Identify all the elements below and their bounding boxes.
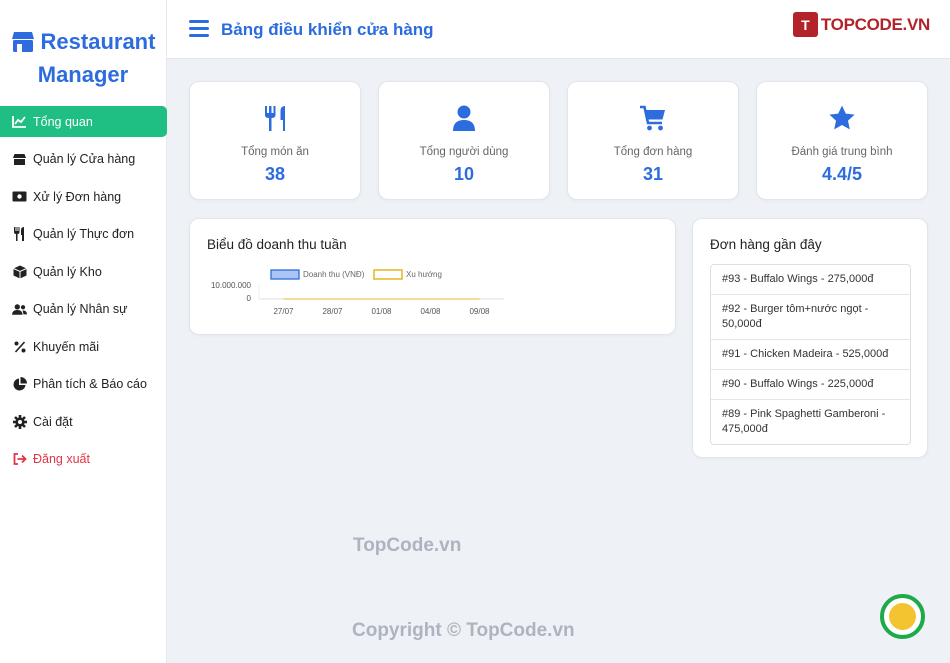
legend-label-revenue: Doanh thu (VNĐ) — [303, 270, 365, 279]
order-item[interactable]: #89 - Pink Spaghetti Gamberoni - 475,000… — [711, 400, 910, 444]
legend-swatch-revenue — [270, 269, 300, 280]
page-title: Bảng điều khiển cửa hàng — [221, 20, 434, 39]
x-labels-layer: 27/07 28/07 01/08 04/08 09/08 — [273, 307, 490, 316]
sidebar-item-label: Quản lý Cửa hàng — [33, 152, 136, 166]
brand-subtitle: Manager — [37, 62, 129, 87]
box-icon — [12, 264, 27, 279]
stat-card-menu-items: Tổng món ăn 38 — [189, 81, 361, 200]
topbar: Bảng điều khiển cửa hàng T TOPCODE.VN — [167, 0, 950, 59]
sidebar-item-logout[interactable]: Đăng xuất — [0, 444, 166, 475]
sidebar: Restaurant Manager Tổng quan Quản lý Cửa… — [0, 0, 167, 663]
x-tick-label: 09/08 — [469, 307, 490, 316]
revenue-chart-card: Biểu đồ doanh thu tuần Doanh thu (VNĐ) X… — [189, 218, 676, 335]
watermark-text: TopCode.vn — [353, 535, 462, 556]
sidebar-item-label: Quản lý Kho — [33, 264, 102, 279]
sidebar-item-label: Khuyến mãi — [33, 339, 100, 354]
watermark-copyright: Copyright © TopCode.vn — [352, 620, 575, 641]
store-icon — [12, 152, 27, 167]
chat-bubble-icon — [889, 603, 916, 630]
gear-icon — [12, 414, 27, 429]
order-item[interactable]: #91 - Chicken Madeira - 525,000đ — [711, 340, 910, 370]
sidebar-item-stores[interactable]: Quản lý Cửa hàng — [0, 144, 166, 175]
sidebar-item-orders[interactable]: Xử lý Đơn hàng — [0, 181, 166, 212]
topcode-logo-icon: T — [792, 12, 818, 37]
stat-label: Tổng món ăn — [241, 146, 309, 158]
stat-value: 38 — [264, 164, 286, 184]
chart-legend: Doanh thu (VNĐ) Xu hướng — [270, 269, 442, 280]
floating-chat-button[interactable] — [880, 594, 925, 639]
sidebar-item-label: Quản lý Nhân sự — [33, 302, 128, 316]
order-item[interactable]: #92 - Burger tôm+nước ngọt - 50,000đ — [711, 295, 910, 340]
sidebar-item-promotions[interactable]: Khuyến mãi — [0, 331, 166, 362]
sidebar-item-label: Tổng quan — [33, 114, 93, 129]
stat-card-rating: Đánh giá trung bình 4.4/5 — [756, 81, 928, 200]
money-bill-icon — [12, 189, 27, 204]
sidebar-item-staff[interactable]: Quản lý Nhân sự — [0, 294, 166, 325]
sidebar-nav: Tổng quan Quản lý Cửa hàng Xử lý Đơn hàn… — [0, 106, 167, 475]
stat-label: Đánh giá trung bình — [791, 146, 893, 158]
y-tick-label: 10.000.000 — [211, 281, 252, 290]
recent-orders-card: Đơn hàng gần đây #93 - Buffalo Wings - 2… — [692, 218, 928, 458]
x-tick-label: 27/07 — [273, 307, 294, 316]
sidebar-item-analytics[interactable]: Phân tích & Báo cáo — [0, 369, 166, 400]
sidebar-item-inventory[interactable]: Quản lý Kho — [0, 256, 166, 287]
store-icon — [11, 32, 34, 52]
pie-chart-icon — [12, 377, 27, 392]
sign-out-icon — [12, 452, 27, 467]
legend-swatch-trend — [373, 269, 403, 280]
stat-label: Tổng đơn hàng — [613, 146, 693, 158]
sidebar-item-label: Xử lý Đơn hàng — [33, 189, 122, 204]
x-tick-label: 01/08 — [371, 307, 392, 316]
stat-label: Tổng người dùng — [419, 146, 509, 158]
sidebar-item-settings[interactable]: Cài đặt — [0, 406, 166, 437]
stat-card-orders: Tổng đơn hàng 31 — [567, 81, 739, 200]
star-icon — [829, 105, 855, 130]
utensils-icon — [265, 106, 285, 131]
shopping-cart-icon — [640, 105, 665, 131]
sidebar-item-menu[interactable]: Quản lý Thực đơn — [0, 219, 166, 250]
orders-title: Đơn hàng gần đây — [710, 237, 822, 252]
x-tick-label: 28/07 — [322, 307, 343, 316]
y-tick-label: 0 — [247, 294, 252, 303]
watermark-logo-text: TOPCODE.VN — [820, 14, 930, 34]
percent-icon — [12, 339, 27, 354]
stat-value: 31 — [642, 164, 664, 184]
chart-line-icon — [12, 114, 27, 129]
sidebar-item-label: Phân tích & Báo cáo — [33, 377, 147, 391]
sidebar-item-label: Quản lý Thực đơn — [33, 227, 135, 241]
stat-card-users: Tổng người dùng 10 — [378, 81, 550, 200]
user-icon — [453, 105, 475, 131]
sidebar-item-overview[interactable]: Tổng quan — [0, 106, 167, 137]
order-item[interactable]: #93 - Buffalo Wings - 275,000đ — [711, 265, 910, 295]
x-tick-label: 04/08 — [420, 307, 441, 316]
revenue-chart: Doanh thu (VNĐ) Xu hướng 10.000.000 0 27… — [211, 269, 504, 316]
utensils-icon — [12, 227, 27, 242]
sidebar-item-label: Đăng xuất — [33, 452, 90, 466]
watermark-logo: T TOPCODE.VN — [792, 12, 930, 37]
sidebar-item-label: Cài đặt — [33, 414, 73, 429]
orders-list: #93 - Buffalo Wings - 275,000đ #92 - Bur… — [710, 264, 911, 445]
hamburger-menu-icon[interactable] — [189, 20, 209, 38]
stat-value: 10 — [453, 164, 475, 184]
brand: Restaurant Manager — [0, 0, 166, 100]
order-item[interactable]: #90 - Buffalo Wings - 225,000đ — [711, 370, 910, 400]
stat-value: 4.4/5 — [821, 164, 863, 184]
legend-label-trend: Xu hướng — [406, 270, 442, 279]
brand-title: Restaurant — [40, 29, 156, 54]
users-icon — [12, 302, 27, 317]
